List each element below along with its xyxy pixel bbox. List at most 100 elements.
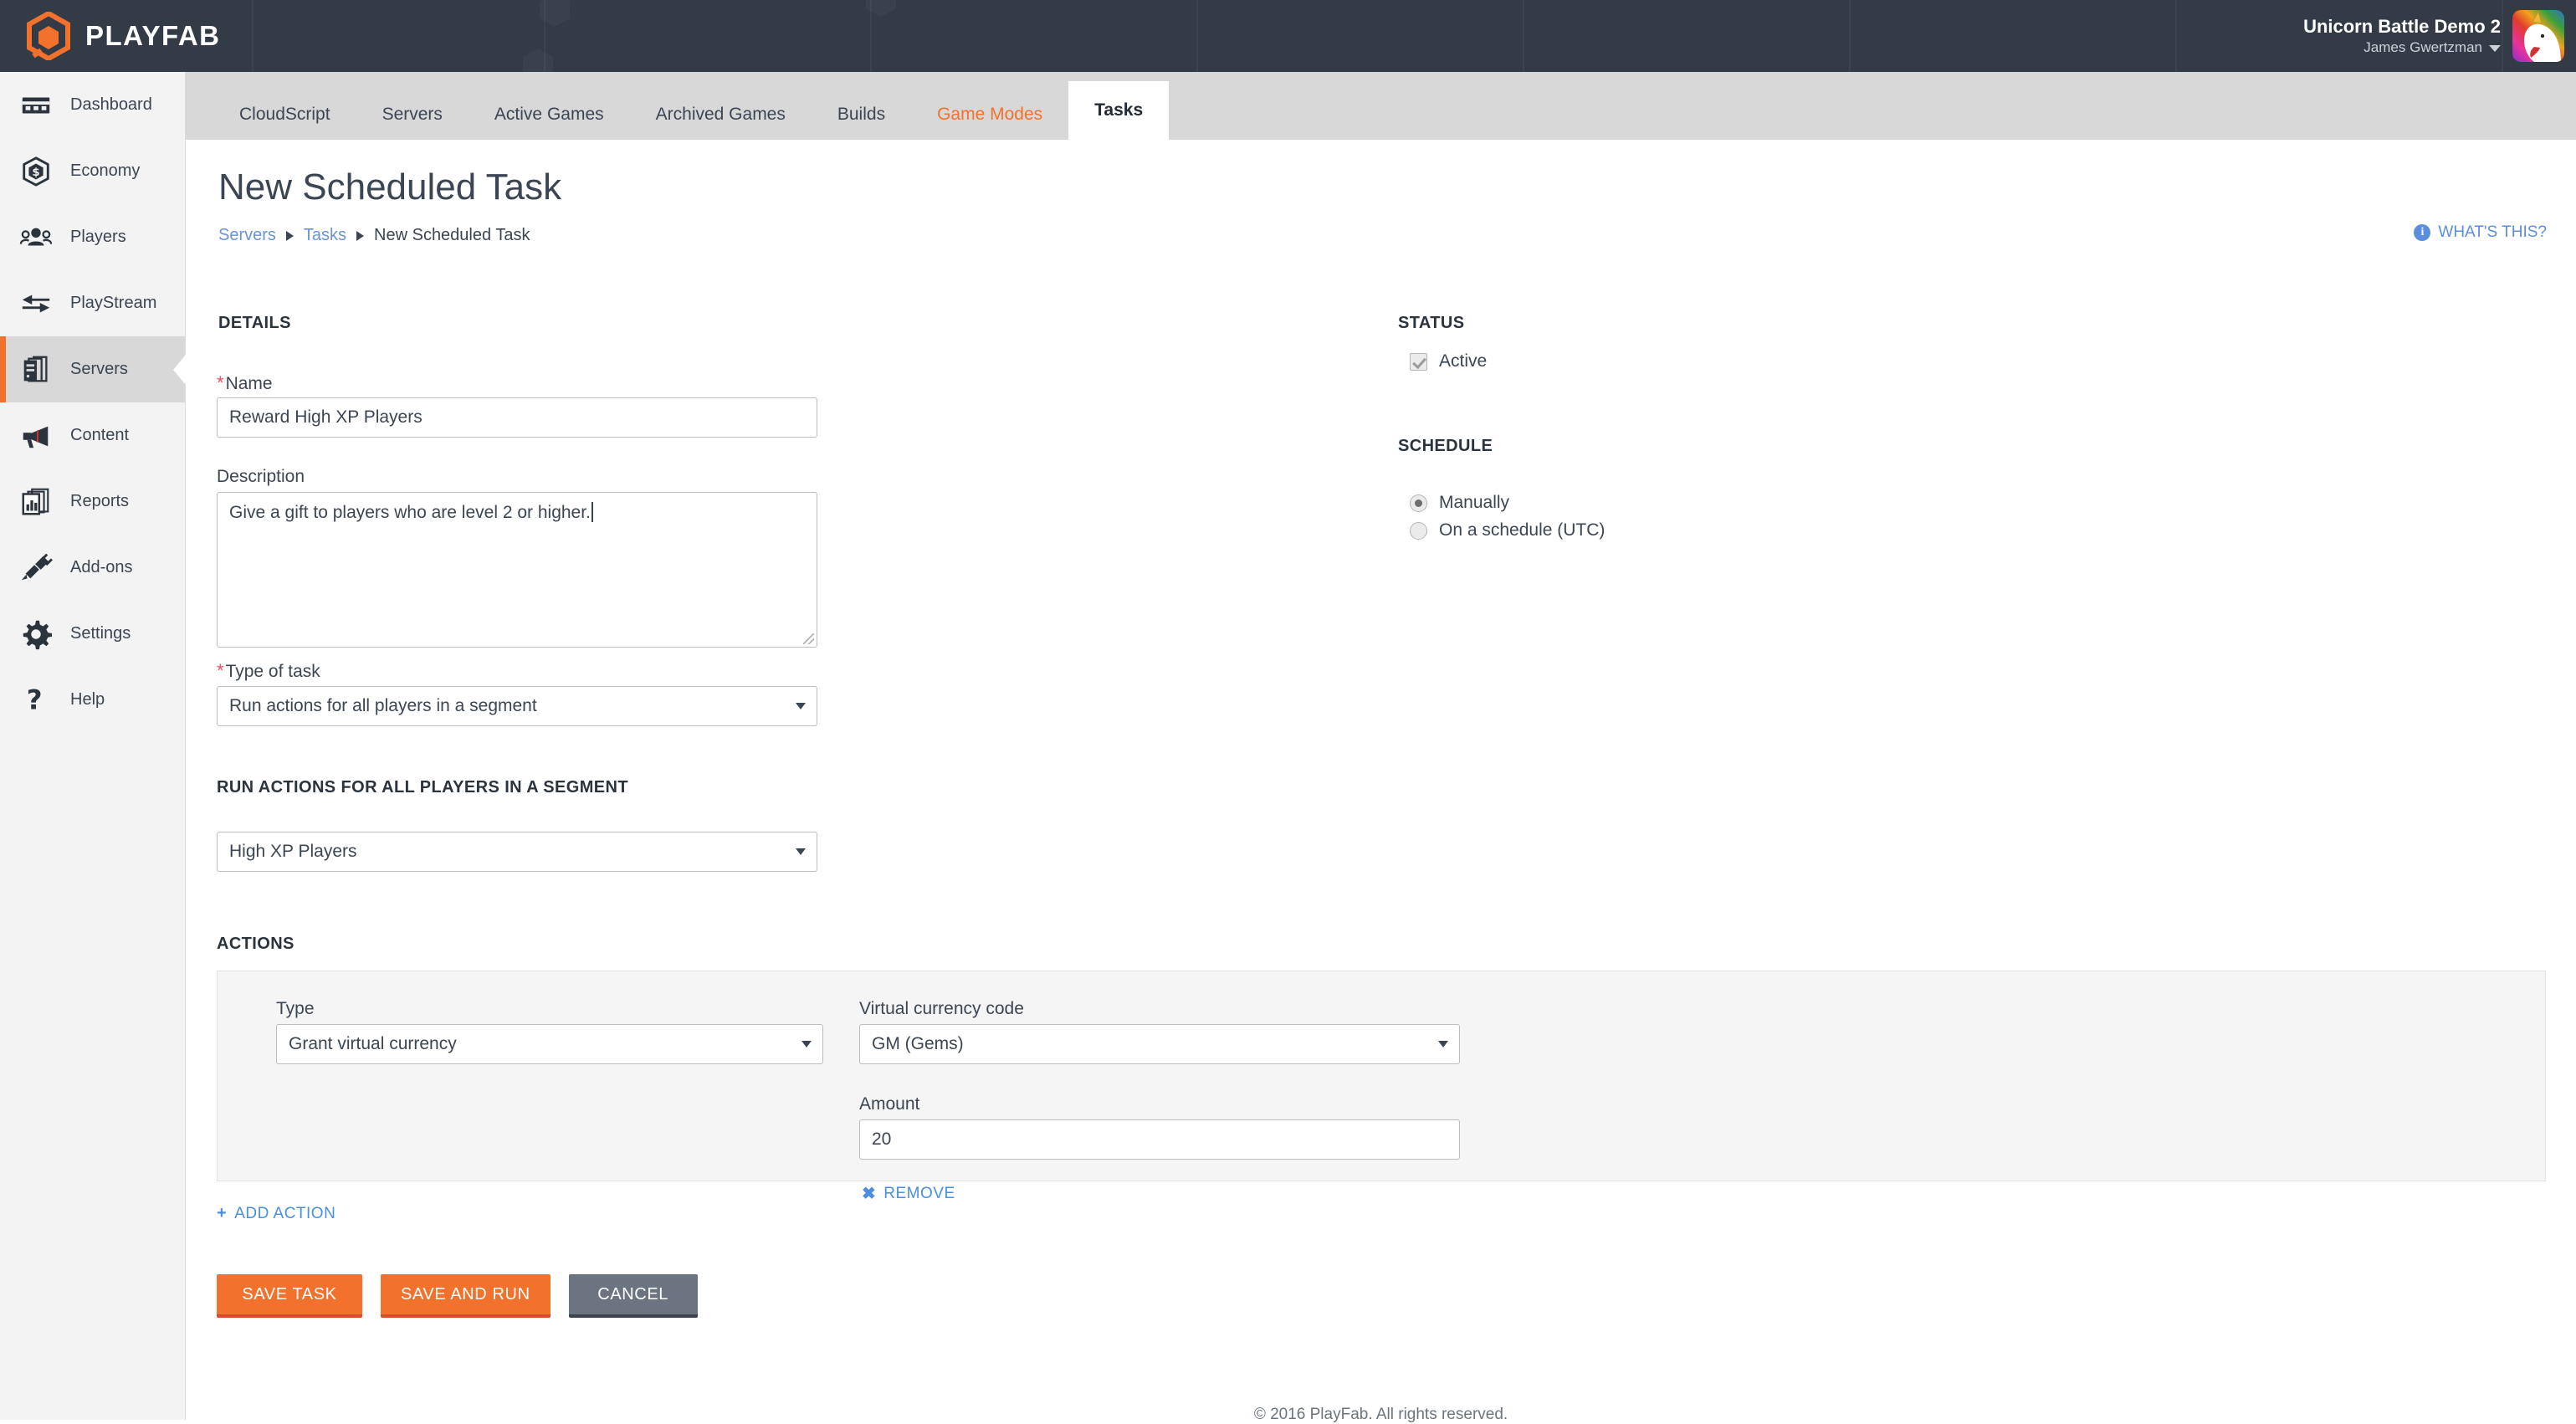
sidebar-item-settings[interactable]: Settings (0, 601, 185, 667)
sidebar-item-label: PlayStream (70, 294, 157, 312)
chevron-down-icon[interactable] (796, 703, 806, 709)
description-textarea[interactable]: Give a gift to players who are level 2 o… (217, 492, 817, 648)
sidebar-item-label: Settings (70, 624, 131, 643)
economy-icon: $ (18, 154, 54, 189)
game-title: Unicorn Battle Demo 2 (2303, 15, 2501, 37)
schedule-option-on-a-schedule[interactable]: On a schedule (UTC) (1410, 520, 1605, 540)
add-action-link[interactable]: + ADD ACTION (217, 1204, 335, 1223)
remove-action-label: REMOVE (883, 1184, 955, 1202)
schedule-option-manually[interactable]: Manually (1410, 493, 1509, 513)
chevron-down-icon[interactable] (1438, 1041, 1448, 1048)
segment-value: High XP Players (229, 842, 357, 861)
radio-manually[interactable] (1410, 494, 1427, 512)
sidebar-item-economy[interactable]: $ Economy (0, 138, 185, 204)
main-content: New Scheduled Task Servers Tasks New Sch… (186, 140, 2576, 1423)
segment-select[interactable]: High XP Players (217, 832, 817, 872)
action-type-value: Grant virtual currency (289, 1034, 457, 1053)
cancel-button[interactable]: CANCEL (568, 1274, 698, 1318)
breadcrumb: Servers Tasks New Scheduled Task (218, 226, 530, 245)
sidebar-item-help[interactable]: ? Help (0, 667, 185, 733)
sidebar-item-playstream[interactable]: PlayStream (0, 270, 185, 336)
add-action-label: ADD ACTION (234, 1204, 336, 1222)
close-icon: ✖ (862, 1185, 877, 1203)
players-icon (18, 220, 54, 255)
reports-icon (18, 484, 54, 520)
content-icon (18, 418, 54, 453)
tab-active-games[interactable]: Active Games (469, 90, 630, 140)
schedule-heading: SCHEDULE (1398, 437, 1493, 455)
avatar[interactable] (2512, 10, 2564, 62)
user-menu[interactable]: Unicorn Battle Demo 2 James Gwertzman (2303, 0, 2564, 72)
action-type-select[interactable]: Grant virtual currency (276, 1024, 823, 1064)
save-and-run-button[interactable]: SAVE AND RUN (381, 1274, 551, 1318)
name-input[interactable]: Reward High XP Players (217, 397, 817, 438)
page-title: New Scheduled Task (218, 166, 562, 207)
breadcrumb-tasks[interactable]: Tasks (304, 226, 346, 245)
breadcrumb-separator-icon (356, 230, 365, 241)
description-field-label: Description (217, 467, 305, 486)
action-type-label: Type (276, 999, 315, 1018)
radio-on-a-schedule[interactable] (1410, 521, 1427, 540)
amount-input[interactable]: 20 (859, 1119, 1460, 1160)
action-card: Type Grant virtual currency Virtual curr… (217, 971, 2546, 1203)
tab-cloudscript[interactable]: CloudScript (213, 90, 356, 140)
playstream-icon (18, 286, 54, 321)
sidebar-item-label: Add-ons (70, 558, 133, 576)
name-label-text: Name (225, 374, 273, 393)
amount-label: Amount (859, 1094, 920, 1114)
active-checkbox[interactable] (1410, 352, 1427, 371)
help-icon: ? (18, 683, 54, 718)
breadcrumb-servers[interactable]: Servers (218, 226, 276, 245)
tab-game-modes[interactable]: Game Modes (911, 90, 1068, 140)
description-value: Give a gift to players who are level 2 o… (229, 503, 591, 522)
remove-action-link[interactable]: ✖ REMOVE (862, 1183, 955, 1204)
sidebar-item-dashboard[interactable]: Dashboard (0, 72, 185, 138)
name-field-label: *Name (217, 372, 273, 394)
user-name-row[interactable]: James Gwertzman (2303, 38, 2501, 58)
required-asterisk: * (217, 372, 224, 393)
tab-servers[interactable]: Servers (356, 90, 469, 140)
playfab-logo[interactable]: PLAYFAB (25, 0, 220, 72)
sidebar: Dashboard $ Economy Players PlayStream S… (0, 72, 186, 1420)
dashboard-icon (18, 88, 54, 123)
currency-code-value: GM (Gems) (872, 1034, 964, 1053)
form-button-row: SAVE TASK SAVE AND RUN CANCEL (217, 1274, 698, 1318)
info-icon: i (2414, 224, 2431, 241)
sidebar-item-content[interactable]: Content (0, 402, 185, 469)
type-of-task-label-text: Type of task (225, 662, 320, 681)
footer-copyright: © 2016 PlayFab. All rights reserved. (1253, 1406, 1508, 1423)
tab-tasks[interactable]: Tasks (1068, 81, 1170, 140)
active-checkbox-row[interactable]: Active (1410, 351, 1487, 371)
sidebar-item-label: Servers (70, 360, 128, 378)
schedule-option-label: On a schedule (UTC) (1439, 520, 1606, 540)
tab-archived-games[interactable]: Archived Games (630, 90, 812, 140)
sidebar-item-players[interactable]: Players (0, 204, 185, 270)
save-task-button[interactable]: SAVE TASK (217, 1274, 362, 1318)
resize-handle[interactable] (803, 633, 814, 644)
breadcrumb-separator-icon (285, 230, 294, 241)
type-of-task-select[interactable]: Run actions for all players in a segment (217, 686, 817, 726)
chevron-down-icon[interactable] (801, 1041, 812, 1048)
chevron-down-icon[interactable] (2489, 44, 2501, 52)
whats-this-label: WHAT'S THIS? (2438, 223, 2547, 241)
sidebar-item-add-ons[interactable]: Add-ons (0, 535, 185, 601)
sidebar-item-servers[interactable]: Servers (0, 336, 185, 402)
svg-text:?: ? (27, 684, 43, 715)
header-pattern (0, 0, 2576, 72)
type-of-task-value: Run actions for all players in a segment (229, 696, 537, 715)
details-heading: DETAILS (218, 314, 291, 332)
whats-this-link[interactable]: i WHAT'S THIS? (2414, 223, 2547, 242)
tab-builds[interactable]: Builds (812, 90, 911, 140)
sidebar-item-reports[interactable]: Reports (0, 469, 185, 535)
svg-text:$: $ (32, 166, 39, 178)
tab-bar: CloudScript Servers Active Games Archive… (186, 72, 2576, 140)
chevron-down-icon[interactable] (796, 848, 806, 855)
top-header: PLAYFAB Unicorn Battle Demo 2 James Gwer… (0, 0, 2576, 72)
sidebar-item-label: Content (70, 426, 130, 444)
user-name-label: James Gwertzman (2363, 39, 2482, 56)
type-of-task-label: *Type of task (217, 660, 320, 682)
required-asterisk: * (217, 660, 224, 681)
active-checkbox-label: Active (1439, 351, 1488, 371)
sidebar-item-label: Economy (70, 161, 141, 180)
currency-code-select[interactable]: GM (Gems) (859, 1024, 1460, 1064)
